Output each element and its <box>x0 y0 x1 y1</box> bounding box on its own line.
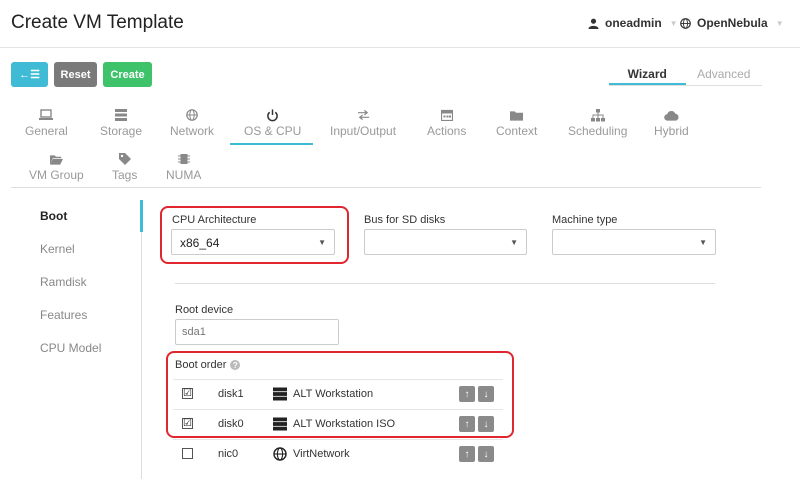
boot-checkbox[interactable] <box>182 448 193 459</box>
cloud-icon <box>664 106 679 124</box>
os-cpu-sidenav: Boot Kernel Ramdisk Features CPU Model <box>11 200 143 479</box>
power-icon <box>266 106 279 124</box>
zone-name: OpenNebula <box>697 16 768 30</box>
section-divider <box>175 283 715 284</box>
move-down-button[interactable]: ↓ <box>478 446 494 462</box>
user-menu[interactable]: oneadmin ▼ <box>588 16 678 30</box>
back-list-icon: ←☰ <box>19 69 40 81</box>
globe-icon <box>186 106 198 124</box>
tab-vm-group[interactable]: VM Group <box>29 150 84 192</box>
tab-advanced[interactable]: Advanced <box>686 62 763 85</box>
machine-type-select[interactable]: ▼ <box>552 229 716 255</box>
page-title: Create VM Template <box>11 12 184 33</box>
chevron-down-icon: ▼ <box>669 18 678 28</box>
highlight-cpu-architecture <box>160 206 349 264</box>
tab-os-cpu[interactable]: OS & CPU <box>244 106 301 148</box>
chevron-down-icon: ▼ <box>510 238 518 247</box>
globe-icon <box>680 17 691 29</box>
calendar-icon <box>440 106 453 124</box>
boot-order-row: nic0 VirtNetwork ↑ ↓ <box>173 439 503 469</box>
tab-numa[interactable]: NUMA <box>166 150 201 192</box>
chevron-down-icon: ▼ <box>699 238 707 247</box>
user-icon <box>588 18 599 29</box>
sidenav-item-ramdisk[interactable]: Ramdisk <box>40 275 87 289</box>
zone-menu[interactable]: OpenNebula ▼ <box>680 16 784 30</box>
tab-input-output[interactable]: Input/Output <box>330 106 396 148</box>
tab-wizard[interactable]: Wizard <box>609 62 686 85</box>
chip-icon <box>177 150 190 168</box>
chevron-down-icon: ▼ <box>775 18 784 28</box>
folder-open-icon <box>49 150 63 168</box>
back-button[interactable]: ←☰ <box>11 62 48 87</box>
tag-icon <box>118 150 131 168</box>
tab-network[interactable]: Network <box>170 106 214 148</box>
move-up-button[interactable]: ↑ <box>459 446 475 462</box>
sitemap-icon <box>590 106 605 124</box>
boot-device-id: nic0 <box>218 448 239 460</box>
boot-device-name: VirtNetwork <box>293 448 350 460</box>
user-name: oneadmin <box>605 16 662 30</box>
machine-type-label: Machine type <box>552 214 618 226</box>
sidenav-item-cpu-model[interactable]: CPU Model <box>40 341 101 355</box>
section-tabs: General Storage Network OS & CPU Input/O… <box>11 102 761 188</box>
tab-storage[interactable]: Storage <box>100 106 142 148</box>
bus-sd-disks-label: Bus for SD disks <box>364 214 446 226</box>
sidenav-item-features[interactable]: Features <box>40 308 87 322</box>
reset-button[interactable]: Reset <box>54 62 97 87</box>
tab-context[interactable]: Context <box>496 106 537 148</box>
laptop-icon <box>39 106 54 124</box>
folder-icon <box>510 106 524 124</box>
bus-sd-disks-select[interactable]: ▼ <box>364 229 527 255</box>
tab-general[interactable]: General <box>25 106 68 148</box>
mode-tabs: Wizard Advanced <box>609 62 762 86</box>
tab-tags[interactable]: Tags <box>112 150 137 192</box>
sidenav-divider <box>141 200 142 479</box>
create-button[interactable]: Create <box>103 62 152 87</box>
header-bar: Create VM Template oneadmin ▼ OpenNebula… <box>0 0 800 48</box>
globe-icon <box>273 447 287 461</box>
sidenav-item-kernel[interactable]: Kernel <box>40 242 75 256</box>
sidenav-item-boot[interactable]: Boot <box>40 209 67 223</box>
highlight-boot-order <box>166 351 514 438</box>
database-icon <box>115 106 128 124</box>
tab-scheduling[interactable]: Scheduling <box>568 106 627 148</box>
root-device-input[interactable] <box>175 319 339 345</box>
tab-actions[interactable]: Actions <box>427 106 466 148</box>
exchange-icon <box>357 106 370 124</box>
tab-hybrid[interactable]: Hybrid <box>654 106 689 148</box>
root-device-label: Root device <box>175 304 234 316</box>
active-tab-indicator <box>230 143 313 145</box>
sidenav-active-indicator <box>140 200 143 232</box>
